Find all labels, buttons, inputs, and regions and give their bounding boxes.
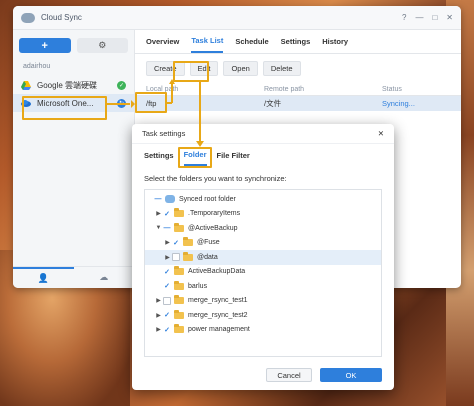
remote-path-cell: /文件 <box>264 99 282 108</box>
minimize-icon[interactable]: — <box>415 13 423 22</box>
sidebar: + ⚙ adairhou Google 雲端硬碟 ✓ Microsoft One… <box>13 30 135 288</box>
expand-arrow-icon[interactable]: ▶ <box>154 312 163 319</box>
help-icon[interactable]: ? <box>402 13 406 22</box>
checkbox-checked[interactable]: ✓ <box>163 282 171 290</box>
dialog-title-bar: Task settings ✕ <box>132 124 394 144</box>
folder-icon <box>174 266 184 276</box>
tree-node[interactable]: ▶ @data <box>145 250 381 265</box>
tree-node[interactable]: ✓ ActiveBackupData <box>145 265 381 280</box>
user-name: adairhou <box>23 63 51 70</box>
app-title: Cloud Sync <box>41 13 82 22</box>
highlight-box-ftp <box>135 92 167 113</box>
status-cell: Syncing... <box>382 99 415 108</box>
task-settings-dialog: Task settings ✕ Settings Folder File Fil… <box>132 124 394 390</box>
checkbox-partial[interactable]: — <box>163 224 171 232</box>
open-button[interactable]: Open <box>223 61 258 76</box>
user-tab-icon[interactable]: 👤 <box>13 267 74 288</box>
tree-node-label: @Fuse <box>197 239 220 247</box>
tree-node-label: merge_rsync_test1 <box>188 297 248 305</box>
status-syncing-icon: ↻ <box>117 98 126 108</box>
tab-history[interactable]: History <box>322 31 348 52</box>
folder-tree: — Synced root folder ▶ ✓ .TemporaryItems… <box>144 189 382 357</box>
tree-node-label: @ActiveBackup <box>188 224 238 232</box>
tree-node-label: .TemporaryItems <box>188 210 241 218</box>
tree-node-label: ActiveBackupData <box>188 268 246 276</box>
tree-node-label: power management <box>188 326 250 334</box>
table-header: Local path Remote path Status <box>135 83 461 96</box>
tree-node[interactable]: ▼ — @ActiveBackup <box>145 221 381 236</box>
tab-file-filter[interactable]: File Filter <box>217 146 250 165</box>
expand-arrow-icon[interactable]: ▶ <box>163 239 172 246</box>
tab-overview[interactable]: Overview <box>146 31 179 52</box>
tree-node-label: @data <box>197 253 218 261</box>
tree-node[interactable]: ▶ ✓ .TemporaryItems <box>145 207 381 222</box>
collapse-arrow-icon[interactable]: ▼ <box>154 225 163 231</box>
close-icon[interactable]: ✕ <box>378 129 384 138</box>
tree-node-label: barlus <box>188 282 208 290</box>
tab-bar: Overview Task List Schedule Settings His… <box>135 30 461 54</box>
checkbox-unchecked[interactable] <box>163 296 171 305</box>
gear-icon: ⚙ <box>98 40 107 50</box>
folder-icon <box>174 208 184 218</box>
tree-node[interactable]: ▶ ✓ merge_rsync_test2 <box>145 308 381 323</box>
tree-node[interactable]: ▶ ✓ power management <box>145 323 381 338</box>
dialog-title: Task settings <box>142 129 186 138</box>
cloud-tab-icon[interactable]: ☁ <box>74 267 135 288</box>
checkbox-checked[interactable]: ✓ <box>172 239 180 247</box>
highlight-box-onedrive <box>22 96 107 120</box>
tab-settings[interactable]: Settings <box>144 146 174 165</box>
add-connection-button[interactable]: + <box>19 38 71 53</box>
highlight-box-edit <box>173 61 209 82</box>
expand-arrow-icon[interactable]: ▶ <box>154 297 163 304</box>
tree-node[interactable]: ▶ ✓ @Fuse <box>145 236 381 251</box>
tree-node-label: merge_rsync_test2 <box>188 311 248 319</box>
expand-arrow-icon[interactable]: ▶ <box>154 326 163 333</box>
dialog-tabs: Settings Folder File Filter <box>132 144 394 166</box>
highlight-box-folder-tab <box>178 147 212 168</box>
maximize-icon[interactable]: □ <box>432 13 437 22</box>
checkbox-checked[interactable]: ✓ <box>163 326 171 334</box>
tree-node-label: Synced root folder <box>179 195 236 203</box>
checkbox-checked[interactable]: ✓ <box>163 210 171 218</box>
tab-schedule[interactable]: Schedule <box>235 31 268 52</box>
tree-node[interactable]: ✓ barlus <box>145 279 381 294</box>
folder-icon <box>183 251 193 261</box>
status-ok-icon: ✓ <box>117 80 126 90</box>
settings-button[interactable]: ⚙ <box>76 38 128 53</box>
tree-node-root[interactable]: — Synced root folder <box>145 192 381 207</box>
close-icon[interactable]: ✕ <box>446 13 453 22</box>
folder-icon <box>174 280 184 290</box>
column-status[interactable]: Status <box>382 86 461 93</box>
ok-button[interactable]: OK <box>320 368 382 382</box>
tab-task-list[interactable]: Task List <box>191 30 224 53</box>
google-drive-icon <box>21 81 31 90</box>
cloud-folder-icon <box>165 195 175 204</box>
checkbox-checked[interactable]: ✓ <box>163 311 171 319</box>
checkbox-unchecked[interactable] <box>172 253 180 262</box>
column-remote-path[interactable]: Remote path <box>264 86 382 93</box>
expand-arrow-icon[interactable]: ▶ <box>154 210 163 217</box>
table-row[interactable]: /ftp /文件 Syncing... <box>135 96 461 111</box>
folder-icon <box>174 295 184 305</box>
cancel-button[interactable]: Cancel <box>266 368 312 382</box>
tab-settings[interactable]: Settings <box>281 31 311 52</box>
expand-arrow-icon[interactable]: ▶ <box>163 254 172 261</box>
checkbox-partial[interactable]: — <box>154 195 162 203</box>
connection-google-drive[interactable]: Google 雲端硬碟 ✓ <box>13 76 134 94</box>
folder-icon <box>183 237 193 247</box>
checkbox-checked[interactable]: ✓ <box>163 268 171 276</box>
tree-node[interactable]: ▶ merge_rsync_test1 <box>145 294 381 309</box>
folder-icon <box>174 324 184 334</box>
title-bar: Cloud Sync ? — □ ✕ <box>13 6 461 30</box>
delete-button[interactable]: Delete <box>262 61 301 76</box>
folder-icon <box>174 309 184 319</box>
connection-label: Google 雲端硬碟 <box>37 80 98 90</box>
cloud-icon <box>21 12 35 23</box>
folder-icon <box>174 222 184 232</box>
dialog-description: Select the folders you want to synchroni… <box>144 174 287 183</box>
